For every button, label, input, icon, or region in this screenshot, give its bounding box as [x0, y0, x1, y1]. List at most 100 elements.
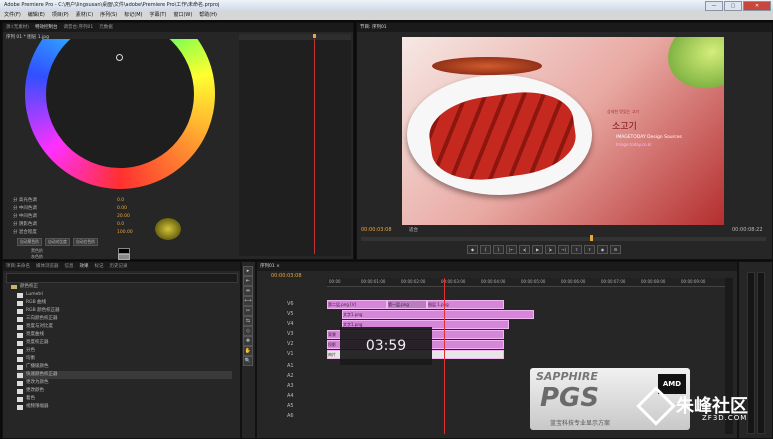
track-a2[interactable]: A2	[287, 371, 297, 381]
step-forward-button[interactable]: |▸	[545, 245, 556, 254]
tab-media-browser[interactable]: 媒体浏览器	[36, 262, 59, 271]
effect-item[interactable]: 着色	[17, 395, 35, 403]
clip[interactable]: 文字1.png	[342, 310, 534, 319]
effect-item[interactable]: Lumetri	[17, 291, 43, 299]
menu-window[interactable]: 窗口(W)	[173, 11, 192, 20]
track-v3[interactable]: V3	[287, 329, 297, 339]
effect-item[interactable]: 视频限幅器	[17, 403, 49, 411]
extract-button[interactable]: ⇪	[584, 245, 595, 254]
mini-playhead-handle[interactable]	[313, 34, 316, 38]
program-playhead[interactable]	[590, 235, 593, 241]
tab-info[interactable]: 信息	[65, 262, 74, 271]
effect-item[interactable]: 广播级颜色	[17, 363, 49, 371]
effect-item[interactable]: 三向颜色校正器	[17, 315, 58, 323]
maximize-button[interactable]: ▢	[724, 1, 742, 11]
mini-ruler[interactable]	[239, 34, 351, 40]
effect-item-selected[interactable]: 快速颜色校正器	[17, 371, 232, 379]
menu-file[interactable]: 文件(F)	[4, 11, 21, 20]
go-to-in-button[interactable]: |←	[506, 245, 517, 254]
menu-edit[interactable]: 编辑(E)	[28, 11, 45, 20]
timeline-playhead[interactable]	[444, 278, 445, 434]
settings-button[interactable]: ⚙	[610, 245, 621, 254]
track-v5[interactable]: V5	[287, 309, 297, 319]
track-v4[interactable]: V4	[287, 319, 297, 329]
wheel-handle[interactable]	[116, 54, 123, 61]
slide-tool-icon[interactable]: ✥	[243, 336, 253, 346]
selection-tool-icon[interactable]: ▸	[243, 266, 253, 276]
effect-item[interactable]: RGB 曲线	[17, 299, 46, 307]
clip[interactable]: 图层 1.png	[427, 300, 504, 309]
effect-label: 分色	[26, 348, 35, 353]
tab-sequence[interactable]: 序列01 ×	[260, 262, 280, 271]
gray-swatch[interactable]	[118, 254, 130, 260]
ripple-edit-tool-icon[interactable]: ⇹	[243, 286, 253, 296]
timeline-ruler[interactable]: 00:00 00:00:01:00 00:00:02:00 00:00:03:0…	[327, 278, 733, 287]
effect-item[interactable]: 分色	[17, 347, 35, 355]
rolling-edit-tool-icon[interactable]: ⟷	[243, 296, 253, 306]
mark-in-button[interactable]: ◆	[467, 245, 478, 254]
clip[interactable]: 第二层.png [V]	[327, 300, 387, 309]
track-v1[interactable]: V1	[287, 349, 297, 359]
slip-tool-icon[interactable]: ⇆	[243, 316, 253, 326]
effect-item[interactable]: 亮度校正器	[17, 339, 49, 347]
close-button[interactable]: ✕	[743, 1, 771, 11]
auto-black-button[interactable]: 自动黑色阶	[17, 238, 42, 246]
auto-contrast-button[interactable]: 自动对比度	[44, 238, 70, 246]
track-a1[interactable]: A1	[287, 361, 297, 371]
track-a3[interactable]: A3	[287, 381, 297, 391]
tab-history[interactable]: 历史记录	[110, 262, 128, 271]
effects-search-input[interactable]	[6, 273, 238, 283]
razor-tool-icon[interactable]: ✂	[243, 306, 253, 316]
prop-value[interactable]: 20.00	[117, 213, 130, 220]
effect-item[interactable]: 亮度与对比度	[17, 323, 53, 331]
tab-effect-controls[interactable]: 特效控制台	[35, 23, 58, 32]
program-video-frame[interactable]: 소고기 상세한 맛있는 고기 IMAGETODAY Design Sources…	[402, 37, 724, 225]
hand-tool-icon[interactable]: ✋	[243, 346, 253, 356]
menu-clip[interactable]: 素材(C)	[76, 11, 93, 20]
track-v2[interactable]: V2	[287, 339, 297, 349]
menu-marker[interactable]: 标记(M)	[124, 11, 142, 20]
timeline-timecode[interactable]: 00:00:03:08	[271, 273, 302, 279]
zoom-tool-icon[interactable]: 🔍	[243, 356, 253, 366]
export-frame-button[interactable]: ◉	[597, 245, 608, 254]
tab-source[interactable]: 源:(无素材)	[6, 23, 29, 32]
menu-project[interactable]: 项目(P)	[52, 11, 69, 20]
program-fit-select[interactable]: 适合	[409, 227, 418, 233]
prop-value[interactable]: 0.0	[117, 197, 124, 204]
effect-item[interactable]: 亮度曲线	[17, 331, 44, 339]
menu-title[interactable]: 字幕(T)	[149, 11, 166, 20]
tab-program[interactable]: 节目: 序列01	[360, 23, 387, 32]
tab-project[interactable]: 项目:未命名	[6, 262, 30, 271]
track-a4[interactable]: A4	[287, 391, 297, 401]
minimize-button[interactable]: —	[705, 1, 723, 11]
auto-white-button[interactable]: 自动白色阶	[72, 238, 98, 246]
menu-sequence[interactable]: 序列(S)	[100, 11, 117, 20]
prop-value[interactable]: 0.00	[117, 205, 127, 212]
effect-item[interactable]: RGB 颜色校正器	[17, 307, 60, 315]
prop-value[interactable]: 100.00	[117, 229, 133, 236]
prop-value[interactable]: 0.0	[117, 221, 124, 228]
track-a6[interactable]: A6	[287, 411, 297, 421]
program-scrubber[interactable]	[361, 237, 766, 241]
effect-folder-color-correction[interactable]: 颜色校正	[11, 283, 38, 291]
marker-button[interactable]: }	[493, 245, 504, 254]
effect-item[interactable]: 更改为颜色	[17, 379, 49, 387]
tab-audio-mixer[interactable]: 调音台:序列01	[64, 23, 94, 32]
step-back-button[interactable]: ◂|	[519, 245, 530, 254]
menu-help[interactable]: 帮助(H)	[199, 11, 217, 20]
effect-item[interactable]: 更改颜色	[17, 387, 44, 395]
tab-effects[interactable]: 效果	[80, 262, 89, 271]
track-select-tool-icon[interactable]: ⇤	[243, 276, 253, 286]
pen-tool-icon[interactable]: ◇	[243, 326, 253, 336]
mark-out-button[interactable]: {	[480, 245, 491, 254]
track-a5[interactable]: A5	[287, 401, 297, 411]
program-timecode-current[interactable]: 00:00:03:08	[361, 227, 392, 233]
clip[interactable]: 第一层.png	[387, 300, 427, 309]
go-to-out-button[interactable]: →|	[558, 245, 569, 254]
track-v6[interactable]: V6	[287, 299, 297, 309]
tab-metadata[interactable]: 元数据	[99, 23, 113, 32]
tab-markers[interactable]: 标记	[95, 262, 104, 271]
play-button[interactable]: ▶	[532, 245, 543, 254]
effect-item[interactable]: 均衡	[17, 355, 35, 363]
lift-button[interactable]: ⇧	[571, 245, 582, 254]
